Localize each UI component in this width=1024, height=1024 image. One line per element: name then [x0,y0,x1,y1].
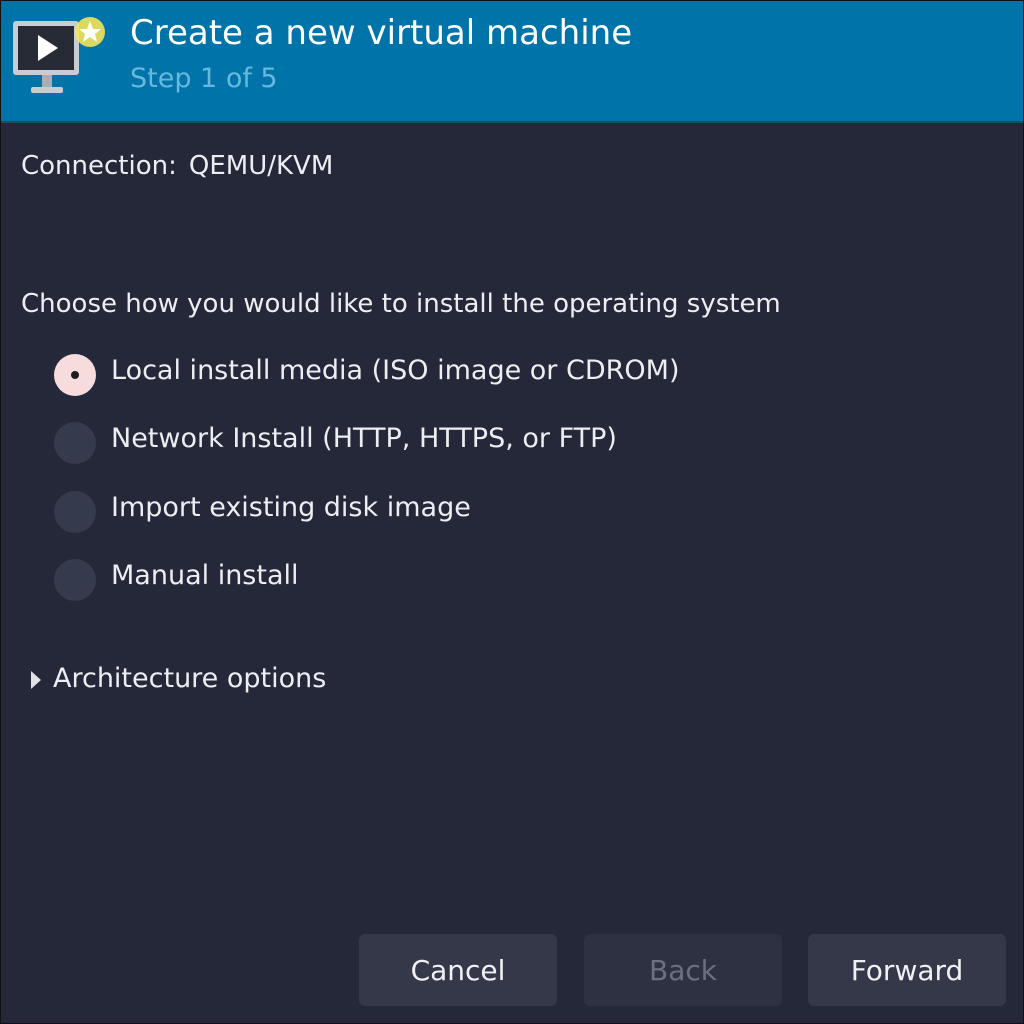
radio-network-install[interactable]: Network Install (HTTP, HTTPS, or FTP) [54,421,754,465]
virtual-machine-new-icon [13,17,105,93]
dialog-header: Create a new virtual machine Step 1 of 5 [1,1,1023,123]
expander-label: Architecture options [53,663,327,694]
cancel-button[interactable]: Cancel [359,934,557,1006]
radio-import-disk-image[interactable]: Import existing disk image [54,490,754,534]
connection-label: Connection: [21,151,177,181]
dialog-title: Create a new virtual machine [130,13,633,53]
radio-button[interactable] [54,559,96,601]
forward-button[interactable]: Forward [808,934,1006,1006]
radio-button[interactable] [54,491,96,533]
connection-info: Connection: QEMU/KVM [21,151,333,181]
architecture-options-expander[interactable]: Architecture options [31,663,431,703]
dialog-step-indicator: Step 1 of 5 [130,63,278,94]
radio-label: Local install media (ISO image or CDROM) [111,355,680,386]
install-method-prompt: Choose how you would like to install the… [21,289,781,319]
radio-button-checked[interactable] [54,354,96,396]
radio-button[interactable] [54,422,96,464]
radio-local-install-media[interactable]: Local install media (ISO image or CDROM) [54,353,754,397]
expander-arrow-icon [31,671,41,689]
back-button[interactable]: Back [584,934,782,1006]
new-vm-dialog: Create a new virtual machine Step 1 of 5… [0,0,1024,1024]
connection-value: QEMU/KVM [188,151,334,181]
radio-label: Manual install [111,560,299,591]
radio-label: Import existing disk image [111,492,471,523]
radio-manual-install[interactable]: Manual install [54,558,754,602]
radio-label: Network Install (HTTP, HTTPS, or FTP) [111,423,617,454]
